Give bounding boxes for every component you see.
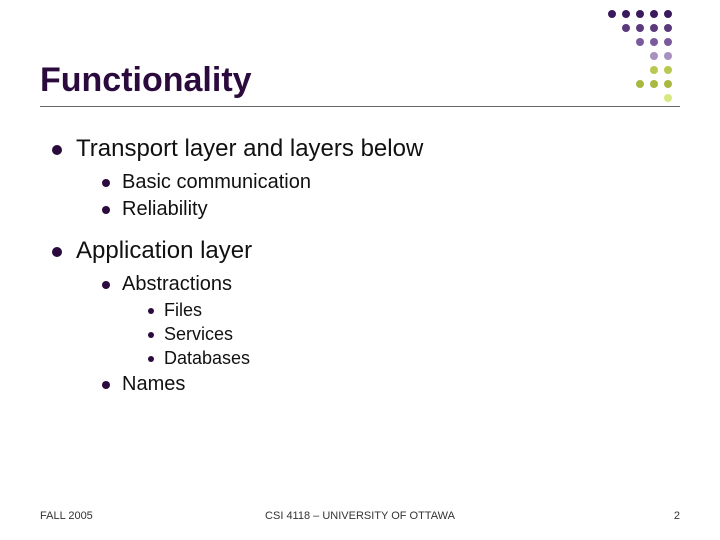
bullet-icon — [102, 381, 110, 389]
dot-icon — [664, 66, 672, 74]
list-item: Abstractions — [102, 273, 680, 296]
dot-icon — [636, 38, 644, 46]
list-item: Basic communication — [102, 171, 680, 194]
list-text: Basic communication — [122, 171, 311, 194]
title-row: Functionality — [40, 60, 680, 107]
dot-icon — [622, 24, 630, 32]
dot-icon — [650, 24, 658, 32]
bullet-icon — [102, 206, 110, 214]
dot-icon — [664, 94, 672, 102]
list-text: Reliability — [122, 198, 208, 221]
list-item: Names — [102, 373, 680, 396]
dot-icon — [608, 10, 616, 18]
dot-icon — [636, 80, 644, 88]
dot-icon — [650, 66, 658, 74]
dot-icon — [664, 10, 672, 18]
list-text: Abstractions — [122, 273, 232, 296]
dot-icon — [664, 24, 672, 32]
list-text: Names — [122, 373, 185, 396]
dot-icon — [650, 10, 658, 18]
footer: FALL 2005 CSI 4118 – UNIVERSITY OF OTTAW… — [0, 510, 720, 522]
dot-icon — [650, 80, 658, 88]
list-item: Transport layer and layers below — [52, 135, 680, 163]
dot-icon — [664, 38, 672, 46]
footer-left: FALL 2005 — [40, 510, 93, 522]
content-area: Transport layer and layers below Basic c… — [40, 135, 680, 396]
bullet-icon — [52, 145, 62, 155]
list-text: Services — [164, 324, 233, 345]
bullet-icon — [148, 356, 154, 362]
list-text: Application layer — [76, 237, 252, 265]
bullet-icon — [52, 247, 62, 257]
list-item: Application layer — [52, 237, 680, 265]
dot-icon — [636, 24, 644, 32]
list-text: Databases — [164, 348, 250, 369]
bullet-icon — [148, 308, 154, 314]
slide-title: Functionality — [40, 61, 570, 100]
list-item: Files — [148, 300, 680, 321]
bullet-icon — [102, 179, 110, 187]
bullet-icon — [148, 332, 154, 338]
list-text: Transport layer and layers below — [76, 135, 423, 163]
footer-center: CSI 4118 – UNIVERSITY OF OTTAWA — [265, 510, 455, 522]
dot-icon — [622, 10, 630, 18]
slide: Functionality Transport layer and layers… — [0, 0, 720, 540]
dot-icon — [664, 52, 672, 60]
page-number: 2 — [674, 510, 680, 522]
list-text: Files — [164, 300, 202, 321]
list-item: Reliability — [102, 198, 680, 221]
list-item: Services — [148, 324, 680, 345]
bullet-icon — [102, 281, 110, 289]
list-item: Databases — [148, 348, 680, 369]
dot-icon — [664, 80, 672, 88]
dot-icon — [636, 10, 644, 18]
decorative-dots-icon — [570, 10, 680, 100]
dot-icon — [650, 38, 658, 46]
dot-icon — [650, 52, 658, 60]
